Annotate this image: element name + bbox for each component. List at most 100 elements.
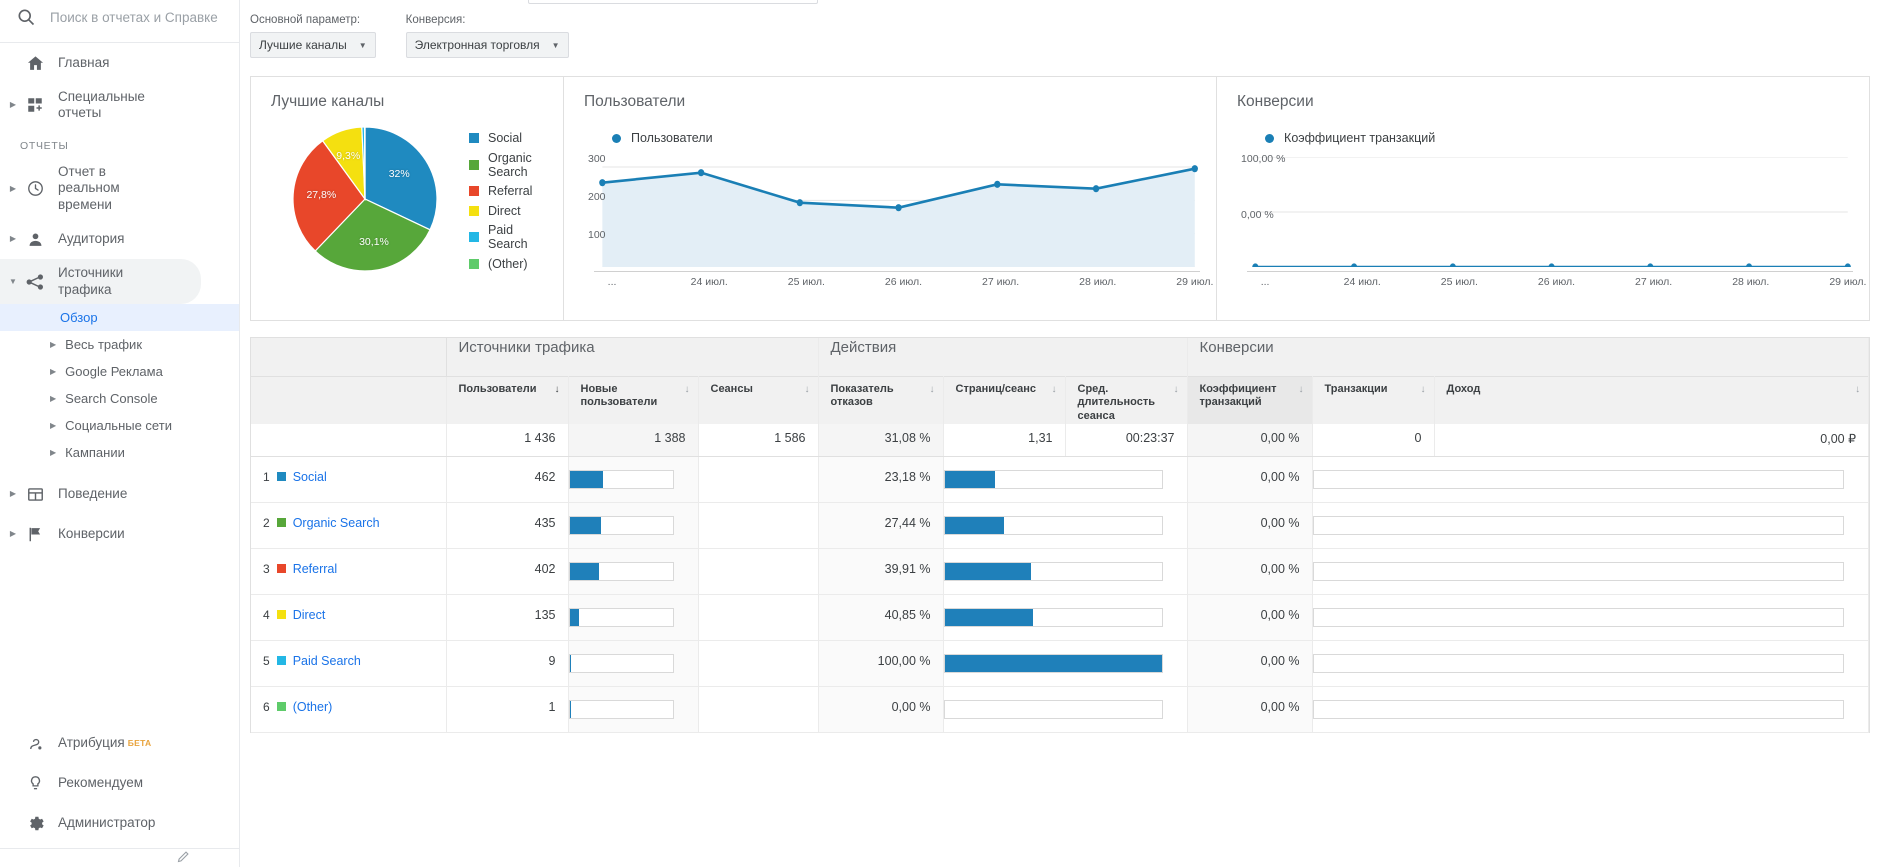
bar-track <box>1313 700 1845 719</box>
chevron-down-icon[interactable]: ▼ <box>6 278 20 286</box>
column-header[interactable]: Доход↓ <box>1434 376 1869 424</box>
column-header-label: Сред. длительность сеанса <box>1078 383 1155 423</box>
sidebar-item-all-traffic[interactable]: ▶ Весь трафик <box>0 331 239 358</box>
sidebar-item-recommendations[interactable]: Рекомендуем <box>0 763 240 803</box>
column-header[interactable]: Новые пользователи ↓ <box>568 376 698 424</box>
sidebar-item-google-ads[interactable]: ▶ Google Реклама <box>0 358 239 385</box>
sidebar-item-admin[interactable]: Администратор <box>0 803 240 843</box>
sidebar-item-conversions[interactable]: ▶ Конверсии <box>0 514 239 554</box>
chevron-right-icon[interactable]: ▶ <box>50 449 56 457</box>
transactions-bar-cell <box>1312 640 1869 686</box>
data-point[interactable] <box>1845 263 1851 267</box>
sidebar-search[interactable] <box>0 0 239 34</box>
column-header[interactable]: Транзакции↓ <box>1312 376 1434 424</box>
sort-arrow-icon[interactable]: ↓ <box>1299 384 1304 397</box>
table-row[interactable]: 1Social46223,18 %0,00 % <box>251 456 1869 502</box>
data-point[interactable] <box>1093 185 1099 192</box>
bar-fill <box>570 471 604 488</box>
data-point[interactable] <box>994 181 1000 188</box>
data-point[interactable] <box>1450 263 1456 267</box>
channel-link[interactable]: Social <box>293 470 327 484</box>
data-point[interactable] <box>1192 165 1198 172</box>
sidebar-item-overview[interactable]: Обзор <box>0 304 239 331</box>
channel-link[interactable]: Organic Search <box>293 516 380 530</box>
data-point[interactable] <box>698 169 704 176</box>
sidebar-item-search-console[interactable]: ▶ Search Console <box>0 385 239 412</box>
bounce-rate-cell: 39,91 % <box>818 548 943 594</box>
conversions-plot: 100,00 % 0,00 % <box>1237 157 1853 267</box>
channel-link[interactable]: Paid Search <box>293 654 361 668</box>
x-axis-tick: 27 июл. <box>982 276 1019 288</box>
data-point[interactable] <box>1647 263 1653 267</box>
sidebar-item-realtime[interactable]: ▶ Отчет в реальном времени <box>0 158 239 219</box>
table-row[interactable]: 6(Other)10,00 %0,00 % <box>251 686 1869 732</box>
primary-dimension-select[interactable]: Лучшие каналы ▼ <box>250 32 376 58</box>
edit-pencil-icon[interactable] <box>176 849 191 867</box>
data-point[interactable] <box>797 199 803 206</box>
bar-track <box>569 654 674 673</box>
chevron-right-icon[interactable]: ▶ <box>50 395 56 403</box>
transaction-rate-cell: 0,00 % <box>1187 548 1312 594</box>
sidebar-item-social[interactable]: ▶ Социальные сети <box>0 412 239 439</box>
sidebar-item-behavior[interactable]: ▶ Поведение <box>0 474 239 514</box>
column-header[interactable]: Пользователи↓ <box>446 376 568 424</box>
controls-bar: Основной параметр: Лучшие каналы ▼ Конве… <box>240 0 1880 58</box>
legend-label: Social <box>488 131 522 145</box>
chevron-right-icon[interactable]: ▶ <box>50 341 56 349</box>
main-content: Основной параметр: Лучшие каналы ▼ Конве… <box>240 0 1880 867</box>
pie-legend-item[interactable]: Organic Search <box>469 151 547 179</box>
sort-arrow-icon[interactable]: ↓ <box>1052 384 1057 397</box>
bounce-rate-cell: 100,00 % <box>818 640 943 686</box>
chevron-right-icon[interactable]: ▶ <box>6 235 20 243</box>
sort-arrow-icon[interactable]: ↓ <box>685 384 690 397</box>
table-row[interactable]: 2Organic Search43527,44 %0,00 % <box>251 502 1869 548</box>
pie-legend-item[interactable]: Paid Search <box>469 223 547 251</box>
conversion-select[interactable]: Электронная торговля ▼ <box>406 32 569 58</box>
sidebar-item-campaigns[interactable]: ▶ Кампании <box>0 439 239 466</box>
chevron-right-icon[interactable]: ▶ <box>6 101 20 109</box>
sidebar-item-audience[interactable]: ▶ Аудитория <box>0 219 239 259</box>
sort-arrow-icon[interactable]: ↓ <box>805 384 810 397</box>
sidebar-item-home[interactable]: Главная <box>0 43 239 83</box>
channel-link[interactable]: Direct <box>293 608 326 622</box>
sort-arrow-icon[interactable]: ↓ <box>1174 384 1179 397</box>
chevron-right-icon[interactable]: ▶ <box>50 368 56 376</box>
pages-bar-cell <box>943 640 1187 686</box>
chevron-right-icon[interactable]: ▶ <box>50 422 56 430</box>
data-point[interactable] <box>1746 263 1752 267</box>
pie-legend-item[interactable]: Social <box>469 131 547 145</box>
column-header[interactable]: Сеансы↓ <box>698 376 818 424</box>
pie-legend-item[interactable]: (Other) <box>469 257 547 271</box>
table-row[interactable]: 5Paid Search9100,00 %0,00 % <box>251 640 1869 686</box>
pie-legend-item[interactable]: Direct <box>469 204 547 218</box>
sort-arrow-icon[interactable]: ↓ <box>1855 384 1860 397</box>
group-behavior: Действия <box>818 338 1187 376</box>
chevron-right-icon[interactable]: ▶ <box>6 185 20 193</box>
column-header[interactable]: Коэффициент транзакций↓ <box>1187 376 1312 424</box>
sidebar-item-custom-reports[interactable]: ▶ Специальные отчеты <box>0 83 239 128</box>
data-point[interactable] <box>895 204 901 211</box>
data-point[interactable] <box>1548 263 1554 267</box>
sort-arrow-icon[interactable]: ↓ <box>1421 384 1426 397</box>
sort-arrow-icon[interactable]: ↓ <box>555 384 560 397</box>
data-point[interactable] <box>1252 263 1258 267</box>
pie-legend-item[interactable]: Referral <box>469 184 547 198</box>
conversions-legend: Коэффициент транзакций <box>1265 131 1853 145</box>
sort-arrow-icon[interactable]: ↓ <box>930 384 935 397</box>
column-header[interactable]: Показатель отказов↓ <box>818 376 943 424</box>
chevron-right-icon[interactable]: ▶ <box>6 490 20 498</box>
channel-link[interactable]: (Other) <box>293 700 333 714</box>
channel-link[interactable]: Referral <box>293 562 337 576</box>
column-header[interactable]: Сред. длительность сеанса ↓ <box>1065 376 1187 424</box>
column-header-label: Новые пользователи <box>581 383 658 409</box>
table-row[interactable]: 3Referral40239,91 %0,00 % <box>251 548 1869 594</box>
chevron-right-icon[interactable]: ▶ <box>6 530 20 538</box>
search-input[interactable] <box>50 10 220 25</box>
sidebar-item-attribution[interactable]: Атрибуция БЕТА <box>0 723 240 763</box>
column-header[interactable]: Страниц/сеанс↓ <box>943 376 1065 424</box>
data-point[interactable] <box>599 179 605 186</box>
sidebar-item-acquisition[interactable]: ▼ Источники трафика <box>0 259 201 304</box>
column-header[interactable] <box>251 376 446 424</box>
data-point[interactable] <box>1351 263 1357 267</box>
table-row[interactable]: 4Direct13540,85 %0,00 % <box>251 594 1869 640</box>
